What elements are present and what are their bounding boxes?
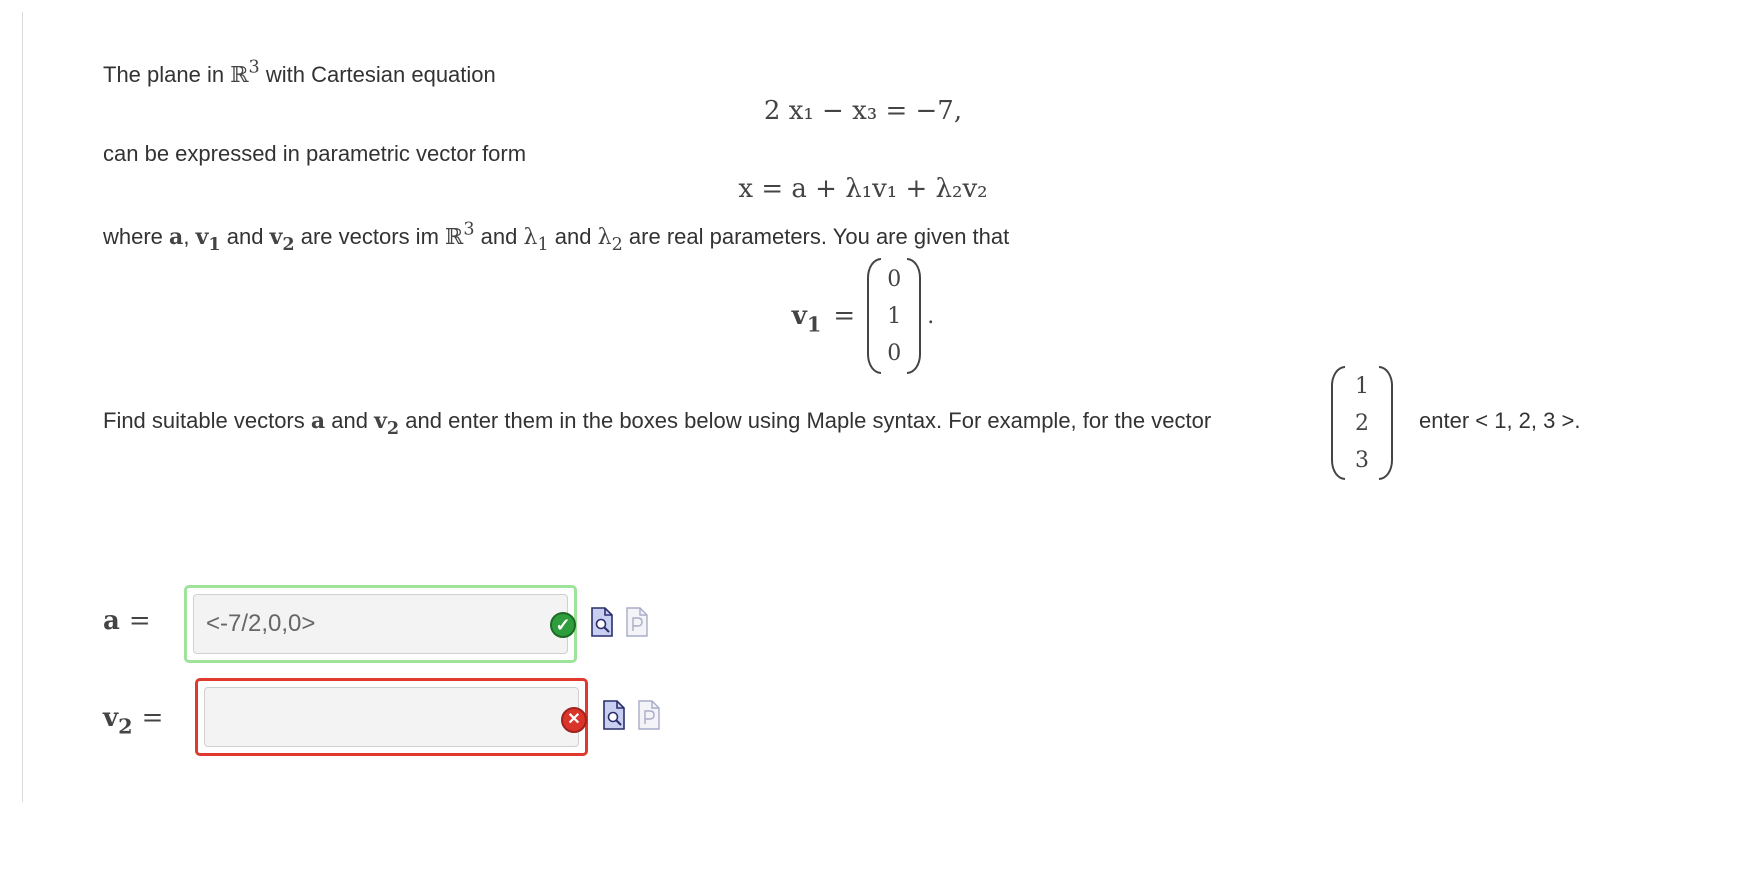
document-icon[interactable] xyxy=(626,607,648,637)
v1-label: v1 xyxy=(791,301,822,337)
reals-symbol: ℝ3 xyxy=(230,57,260,88)
intro-line-1: The plane in ℝ3 with Cartesian equation xyxy=(103,57,496,88)
left-parenthesis xyxy=(1331,366,1345,480)
right-parenthesis xyxy=(1379,366,1393,480)
answer-v2-label: v2 = xyxy=(103,703,164,739)
preview-doc-icon[interactable] xyxy=(603,700,625,730)
v1-matrix: 0 1 0 xyxy=(887,266,902,366)
document-icon[interactable] xyxy=(638,700,660,730)
answer-a-box xyxy=(184,585,577,663)
cross-icon: ✕ xyxy=(561,707,587,733)
answer-v2-box xyxy=(195,678,588,756)
given-v1: v1 = 0 1 0 . xyxy=(103,258,1623,374)
intro-line-3: where a, v1 and v2 are vectors im ℝ3 and… xyxy=(103,219,1010,256)
answer-a-input[interactable] xyxy=(193,594,568,654)
answer-a-label: a = xyxy=(103,606,151,636)
cartesian-equation: 2 x₁ − x₃ = −7, xyxy=(763,96,963,126)
preview-doc-icon[interactable] xyxy=(591,607,613,637)
check-icon: ✓ xyxy=(550,612,576,638)
parametric-equation: x = a + λ₁v₁ + λ₂v₂ xyxy=(738,174,988,204)
example-vector: 1 2 3 xyxy=(1331,366,1393,480)
answer-v2-input[interactable] xyxy=(204,687,579,747)
intro-text-suffix: with Cartesian equation xyxy=(265,62,496,87)
intro-text: The plane in xyxy=(103,62,225,87)
left-parenthesis xyxy=(867,258,882,374)
example-matrix: 1 2 3 xyxy=(1355,373,1369,473)
example-note: enter < 1, 2, 3 >. xyxy=(1419,408,1581,433)
right-parenthesis xyxy=(907,258,922,374)
left-border-rule xyxy=(22,12,23,802)
instruction-line: Find suitable vectors a and v2 and enter… xyxy=(103,408,1212,440)
intro-line-2: can be expressed in parametric vector fo… xyxy=(103,141,527,166)
